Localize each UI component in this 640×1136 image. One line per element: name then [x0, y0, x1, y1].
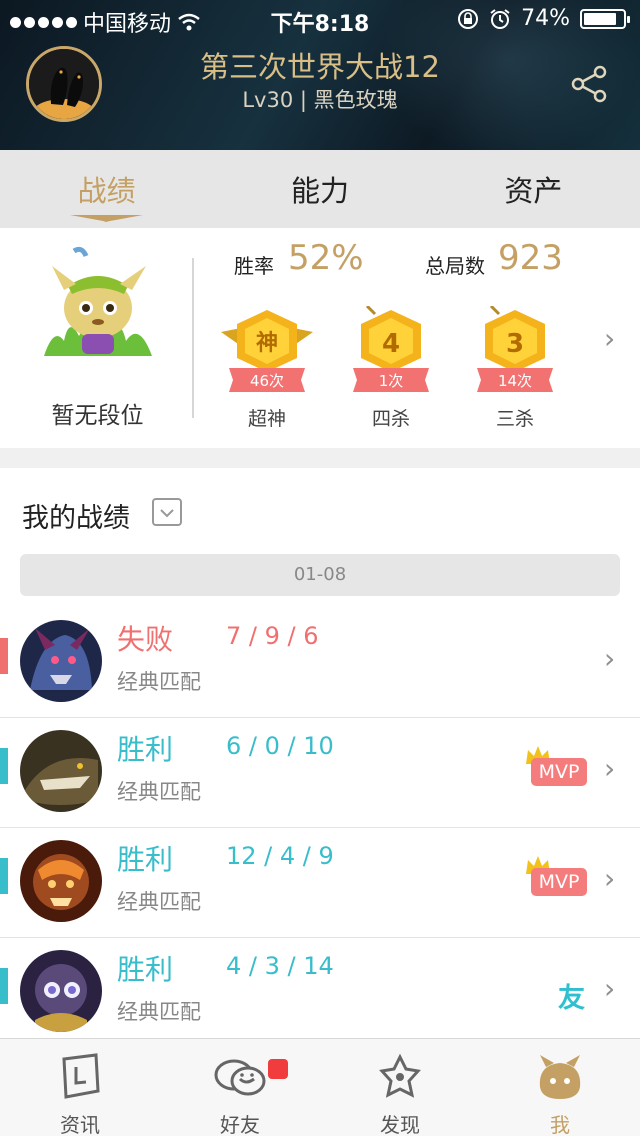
rank-label: 暂无段位 — [51, 403, 144, 429]
match-result: 胜利 — [117, 843, 174, 876]
friends-icon — [214, 1059, 266, 1096]
badge-count: 14次 — [497, 372, 533, 390]
win-rate-label: 胜率 — [234, 254, 274, 278]
news-icon — [62, 1053, 100, 1099]
match-records: 我的战绩 01-08 失败 7 / 9 / 6 经典匹配 › 胜利 6 / 0 … — [0, 468, 640, 1038]
hero-avatar — [20, 730, 102, 812]
nav-discover[interactable]: 发现 — [320, 1039, 480, 1136]
result-stripe — [0, 968, 8, 1004]
hero-avatar — [20, 840, 102, 922]
nav-label: 发现 — [380, 1113, 420, 1136]
profile-header: 中国移动 下午8:18 74% 第三次世界大战12 Lv30 | 黑色玫瑰 — [0, 0, 640, 150]
chevron-right-icon: › — [604, 642, 616, 675]
badge-count: 46次 — [249, 372, 285, 390]
nav-label: 好友 — [220, 1113, 260, 1136]
me-icon — [539, 1055, 581, 1099]
battery-percent: 74% — [521, 6, 570, 31]
records-filter-dropdown[interactable] — [152, 498, 182, 526]
records-title: 我的战绩 — [22, 503, 130, 534]
nav-label: 我 — [550, 1113, 570, 1136]
nav-friends[interactable]: 好友 — [160, 1039, 320, 1136]
nav-me[interactable]: 我 — [480, 1039, 640, 1136]
match-result: 失败 — [117, 623, 174, 656]
notification-badge — [268, 1059, 288, 1079]
result-stripe — [0, 748, 8, 784]
date-separator: 01-08 — [20, 554, 620, 596]
status-bar: 中国移动 下午8:18 74% — [0, 0, 640, 40]
stats-divider — [192, 258, 194, 418]
alarm-icon — [490, 8, 510, 29]
stats-card: 暂无段位 胜率 52% 总局数 923 神 46次 超神 4 1次 四杀 3 1… — [0, 228, 640, 448]
match-row[interactable]: 失败 7 / 9 / 6 经典匹配 › — [0, 608, 640, 718]
bottom-nav: 资讯 好友 发现 我 — [0, 1038, 640, 1136]
friend-tag: 友 — [558, 983, 585, 1014]
match-row[interactable]: 胜利 4 / 3 / 14 经典匹配 友 › — [0, 938, 640, 1048]
badge-glyph: 4 — [382, 329, 400, 359]
discover-icon — [379, 1053, 421, 1098]
match-mode: 经典匹配 — [117, 670, 201, 694]
chevron-right-icon: › — [604, 862, 616, 895]
share-icon[interactable] — [568, 62, 612, 106]
match-row[interactable]: 胜利 12 / 4 / 9 经典匹配 MVP › — [0, 828, 640, 938]
badge-glyph: 3 — [506, 329, 524, 359]
chevron-right-icon: › — [604, 752, 616, 785]
chevron-down-icon — [160, 509, 174, 518]
battery-icon — [580, 8, 630, 29]
win-rate-value: 52% — [288, 238, 364, 278]
tab-active-indicator — [70, 215, 143, 222]
badge-label: 四杀 — [371, 408, 410, 430]
tab-ability-label: 能力 — [290, 174, 349, 208]
tab-assets[interactable]: 资产 — [427, 150, 640, 228]
total-games-value: 923 — [498, 238, 563, 278]
match-result: 胜利 — [117, 953, 174, 986]
mvp-badge: MVP — [531, 868, 587, 896]
teemo-rank-icon — [44, 246, 152, 356]
tab-assets-label: 资产 — [504, 174, 563, 208]
match-mode: 经典匹配 — [117, 780, 201, 804]
tab-bar: 战绩 能力 资产 — [0, 150, 640, 228]
result-stripe — [0, 858, 8, 894]
chevron-right-icon[interactable]: › — [604, 322, 615, 355]
nav-news[interactable]: 资讯 — [0, 1039, 160, 1136]
player-level-server: Lv30 | 黑色玫瑰 — [242, 88, 398, 112]
badge-count: 1次 — [378, 372, 404, 390]
player-name: 第三次世界大战12 — [200, 50, 440, 84]
tab-record[interactable]: 战绩 — [0, 150, 213, 228]
tab-ability[interactable]: 能力 — [213, 150, 426, 228]
match-row[interactable]: 胜利 6 / 0 / 10 经典匹配 MVP › — [0, 718, 640, 828]
match-kda: 4 / 3 / 14 — [226, 952, 334, 980]
match-kda: 12 / 4 / 9 — [226, 842, 334, 870]
total-games-label: 总局数 — [425, 254, 485, 278]
badge-glyph: 神 — [256, 330, 278, 356]
chevron-right-icon: › — [604, 972, 616, 1005]
nav-label: 资讯 — [60, 1113, 100, 1136]
rotation-lock-icon — [458, 8, 479, 29]
badge-label: 超神 — [247, 408, 286, 430]
match-kda: 6 / 0 / 10 — [226, 732, 334, 760]
match-mode: 经典匹配 — [117, 890, 201, 914]
match-result: 胜利 — [117, 733, 174, 766]
result-stripe — [0, 638, 8, 674]
tab-record-label: 战绩 — [77, 174, 136, 208]
match-mode: 经典匹配 — [117, 1000, 201, 1024]
hero-avatar — [20, 950, 102, 1032]
badge-label: 三杀 — [495, 408, 534, 430]
match-kda: 7 / 9 / 6 — [226, 622, 319, 650]
mvp-badge: MVP — [531, 758, 587, 786]
hero-avatar — [20, 620, 102, 702]
